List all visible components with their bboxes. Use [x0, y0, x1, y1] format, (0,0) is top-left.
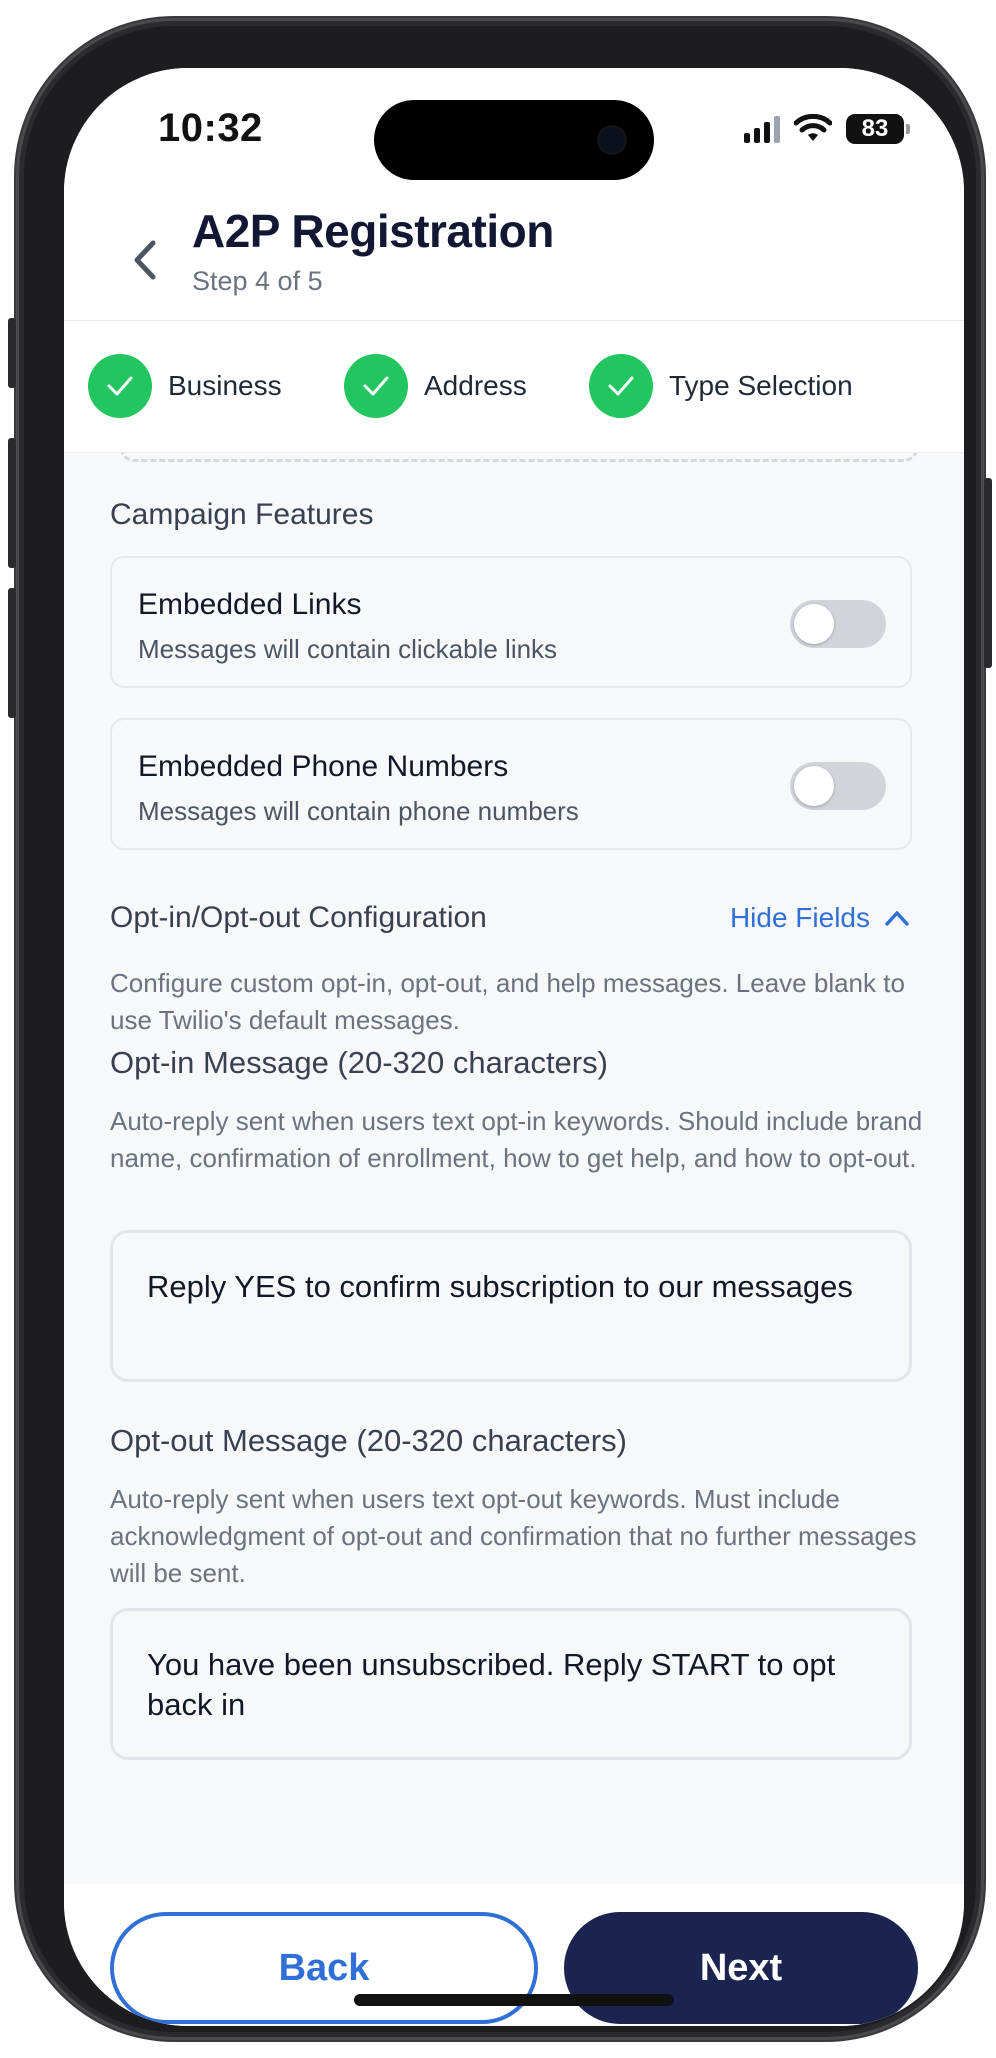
feature-title: Embedded Phone Numbers	[138, 750, 509, 783]
feature-description: Messages will contain phone numbers	[138, 796, 579, 826]
check-icon	[88, 354, 152, 418]
side-button	[984, 478, 992, 668]
step-type-selection[interactable]: Type Selection	[589, 354, 853, 418]
hide-fields-button[interactable]: Hide Fields	[730, 902, 910, 934]
opt-out-help: Auto-reply sent when users text opt-out …	[110, 1484, 917, 1588]
back-nav-button[interactable]	[120, 236, 168, 284]
status-bar: 10:32 83	[64, 68, 964, 198]
action-button	[8, 318, 16, 388]
opt-config-title: Opt-in/Opt-out Configuration	[110, 901, 487, 934]
opt-out-label: Opt-out Message (20-320 characters)	[110, 1423, 627, 1458]
status-icons: 83	[744, 112, 910, 146]
page-header: A2P Registration Step 4 of 5	[64, 198, 964, 321]
feature-description: Messages will contain clickable links	[138, 634, 558, 664]
campaign-features-title: Campaign Features	[110, 498, 374, 531]
feature-title: Embedded Links	[138, 588, 362, 621]
step-label: Type Selection	[669, 370, 853, 401]
camera-icon	[600, 128, 624, 152]
home-indicator	[354, 1994, 674, 2006]
screen: 10:32 83 A2P Registration Step 4 of 5 Bu…	[64, 68, 964, 2026]
next-button[interactable]: Next	[564, 1912, 918, 2024]
embedded-phone-numbers-toggle[interactable]	[790, 762, 886, 810]
toggle-knob	[794, 604, 834, 644]
cellular-signal-icon	[744, 115, 780, 143]
wifi-icon	[794, 114, 832, 141]
check-icon	[589, 354, 653, 418]
step-business[interactable]: Business	[88, 354, 282, 418]
dynamic-island	[374, 100, 654, 180]
status-time: 10:32	[158, 106, 263, 150]
step-counter: Step 4 of 5	[192, 266, 323, 296]
battery-level: 83	[861, 115, 889, 142]
opt-config-description: Configure custom opt-in, opt-out, and he…	[110, 968, 905, 1035]
form-scroll-area[interactable]: Campaign Features Embedded Links Message…	[64, 453, 964, 1883]
feature-embedded-phone-numbers: Embedded Phone Numbers Messages will con…	[110, 718, 912, 850]
opt-in-label: Opt-in Message (20-320 characters)	[110, 1045, 608, 1080]
chevron-left-icon	[134, 240, 156, 280]
check-icon	[344, 354, 408, 418]
opt-in-message-field[interactable]: Reply YES to confirm subscription to our…	[110, 1230, 912, 1382]
battery-icon: 83	[846, 114, 910, 144]
hide-fields-label: Hide Fields	[729, 902, 870, 933]
dashed-card-edge	[120, 453, 918, 462]
back-button[interactable]: Back	[110, 1912, 538, 2024]
volume-down-button	[8, 588, 16, 718]
phone-frame: 10:32 83 A2P Registration Step 4 of 5 Bu…	[8, 18, 992, 2040]
page-title: A2P Registration	[192, 205, 554, 257]
step-label: Business	[168, 370, 282, 401]
progress-stepper: Business Address Type Selection	[64, 321, 964, 453]
feature-embedded-links: Embedded Links Messages will contain cli…	[110, 556, 912, 688]
step-address[interactable]: Address	[344, 354, 527, 418]
chevron-up-icon	[885, 911, 909, 926]
opt-out-message-field[interactable]: You have been unsubscribed. Reply START …	[110, 1608, 912, 1760]
toggle-knob	[794, 766, 834, 806]
step-label: Address	[424, 370, 527, 401]
embedded-links-toggle[interactable]	[790, 600, 886, 648]
opt-in-help: Auto-reply sent when users text opt-in k…	[110, 1106, 923, 1173]
volume-up-button	[8, 438, 16, 568]
